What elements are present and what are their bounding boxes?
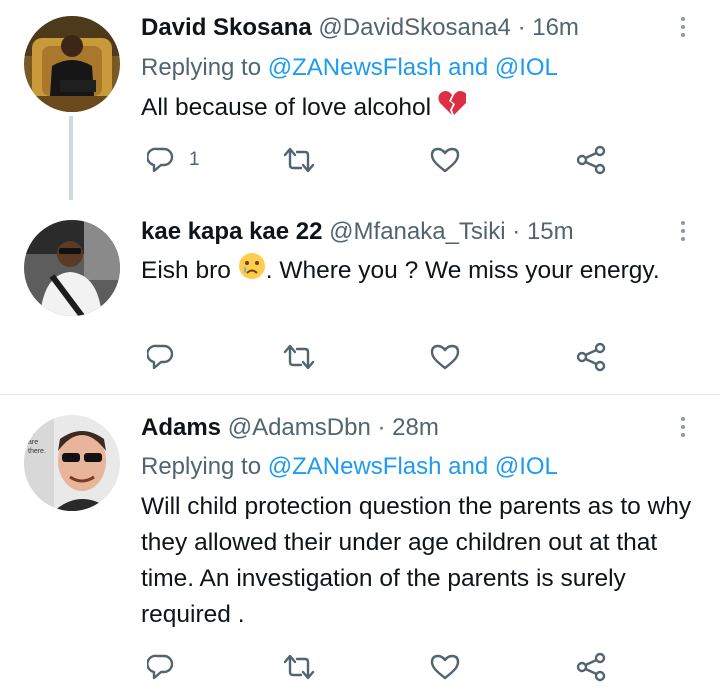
like-icon (430, 344, 460, 370)
reply-count: 1 (189, 149, 200, 170)
share-button[interactable] (576, 145, 606, 175)
like-icon (430, 654, 460, 680)
retweet-button[interactable] (283, 342, 315, 372)
tweet-1[interactable]: David Skosana @DavidSkosana4 · 16m Reply… (0, 0, 720, 200)
author-name[interactable]: David Skosana (141, 14, 312, 41)
replying-to-label: Replying to (141, 453, 262, 480)
avatar-caption-1: at (28, 430, 34, 437)
reply-icon (147, 654, 174, 680)
share-button[interactable] (576, 652, 606, 682)
replying-to-label: Replying to (141, 54, 262, 81)
retweet-button[interactable] (283, 145, 315, 175)
avatar-kae-kapa-kae[interactable] (24, 220, 120, 316)
tweet-2[interactable]: kae kapa kae 22 @Mfanaka_Tsiki · 15m Eis… (0, 200, 720, 394)
separator-dot: · (517, 14, 526, 41)
share-button[interactable] (576, 342, 606, 372)
tweet-text: Eish bro . Where you ? We miss your ener… (141, 252, 701, 291)
tweet-text-start: Eish bro (141, 256, 231, 284)
author-handle[interactable]: @Mfanaka_Tsiki (329, 218, 505, 245)
more-icon[interactable] (676, 221, 690, 245)
avatar-caption-2: are (28, 439, 38, 446)
avatar-caption-3: there. (28, 448, 46, 455)
retweet-icon (283, 147, 315, 173)
retweet-icon (283, 654, 315, 680)
replying-to-link[interactable]: @ZANewsFlash and @IOL (268, 54, 558, 81)
more-icon[interactable] (676, 17, 690, 41)
tweet-text: All because of love alcohol (141, 90, 701, 127)
timestamp[interactable]: 28m (392, 414, 439, 441)
tweet-actions (141, 652, 621, 682)
tweet-header: Adams @AdamsDbn · 28m (141, 413, 439, 443)
replying-to: Replying to @ZANewsFlash and @IOL (141, 452, 558, 482)
tweet-actions (141, 342, 621, 372)
replying-to-link[interactable]: @ZANewsFlash and @IOL (268, 453, 558, 480)
tweet-text-content: All because of love alcohol (141, 94, 432, 121)
author-name[interactable]: kae kapa kae 22 (141, 218, 323, 245)
share-icon (576, 342, 606, 372)
author-name[interactable]: Adams (141, 414, 221, 441)
thread-line (69, 116, 73, 200)
timestamp[interactable]: 15m (527, 218, 574, 245)
like-icon (430, 147, 460, 173)
reply-button[interactable] (147, 652, 175, 682)
share-icon (576, 652, 606, 682)
more-icon[interactable] (676, 417, 690, 441)
reply-icon (147, 147, 174, 173)
share-icon (576, 145, 606, 175)
like-button[interactable] (430, 652, 460, 682)
separator-dot: · (377, 414, 386, 441)
tweet-header: David Skosana @DavidSkosana4 · 16m (141, 13, 579, 43)
reply-icon (147, 344, 174, 370)
broken-heart-icon (438, 90, 468, 127)
separator-dot: · (512, 218, 521, 245)
replying-to: Replying to @ZANewsFlash and @IOL (141, 53, 558, 83)
tweet-text: Will child protection question the paren… (141, 493, 692, 628)
tweet-text-end: . Where you ? We miss your energy. (265, 256, 660, 284)
author-handle[interactable]: @DavidSkosana4 (318, 14, 510, 41)
tweet-3[interactable]: at are there. Adams @AdamsDbn · 28m Repl… (0, 395, 720, 696)
like-button[interactable] (430, 145, 460, 175)
avatar-adams[interactable]: at are there. (24, 415, 120, 511)
like-button[interactable] (430, 342, 460, 372)
crying-face-icon (238, 252, 266, 291)
retweet-icon (283, 344, 315, 370)
reply-button[interactable] (147, 342, 175, 372)
retweet-button[interactable] (283, 652, 315, 682)
tweet-header: kae kapa kae 22 @Mfanaka_Tsiki · 15m (141, 217, 574, 247)
avatar-david-skosana[interactable] (24, 16, 120, 112)
timestamp[interactable]: 16m (532, 14, 579, 41)
reply-button[interactable]: 1 (147, 145, 200, 175)
author-handle[interactable]: @AdamsDbn (228, 414, 371, 441)
tweet-actions: 1 (141, 145, 621, 175)
